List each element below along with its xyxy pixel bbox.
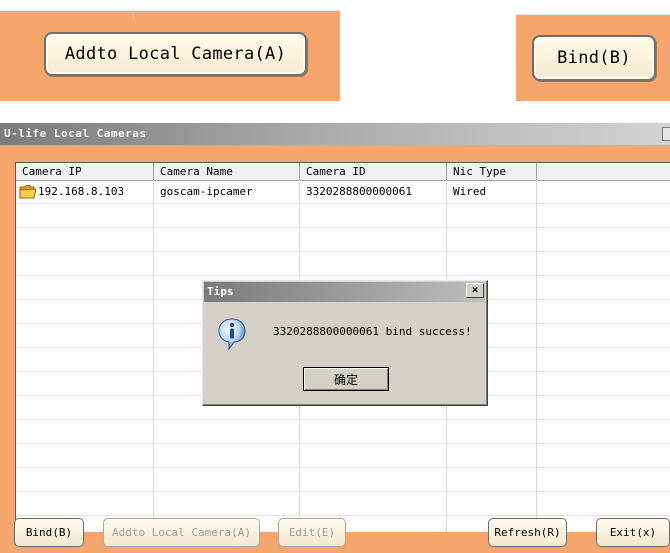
zoomed-crop-bind-button: Bind (B) [516, 14, 670, 101]
grid-line [16, 467, 670, 468]
add-to-local-camera-button-zoomed[interactable]: Addto Local Camera (A) [44, 32, 307, 76]
info-icon [218, 318, 246, 351]
column-header-camera-ip[interactable]: Camera IP [16, 163, 154, 180]
edit-button[interactable]: Edit (E) [278, 518, 346, 547]
grid-line [16, 203, 670, 204]
zoomed-crop-add-button: Addto Local Camera (A) [0, 10, 340, 101]
refresh-button[interactable]: Refresh (R) [488, 518, 567, 547]
column-header-camera-id[interactable]: Camera ID [300, 163, 447, 180]
camera-list-header: Camera IP Camera Name Camera ID Nic Type [16, 163, 670, 181]
column-header-camera-name[interactable]: Camera Name [154, 163, 300, 180]
bind-button-zoomed[interactable]: Bind (B) [532, 35, 656, 81]
grid-line [536, 180, 537, 532]
exit-button[interactable]: Exit (x) [596, 518, 670, 547]
dialog-close-button[interactable]: × [466, 283, 484, 298]
grid-line [16, 251, 670, 252]
grid-line [153, 180, 154, 532]
ok-button[interactable]: 确定 [303, 367, 389, 391]
camera-row[interactable]: 192.168.8.103 goscam-ipcamer 33202888000… [16, 181, 670, 203]
grid-line [16, 515, 670, 516]
dialog-titlebar: Tips [204, 282, 485, 302]
add-to-local-camera-button[interactable]: Addto Local Camera (A) [103, 518, 260, 547]
grid-line [16, 227, 670, 228]
dialog-message: 3320288800000061 bind success! [273, 325, 472, 338]
grid-line [16, 443, 670, 444]
grid-line [16, 491, 670, 492]
cell-camera-id: 3320288800000061 [306, 185, 412, 198]
column-header-nic-type[interactable]: Nic Type [447, 163, 537, 180]
cell-camera-ip: 192.168.8.103 [38, 185, 125, 198]
window-title: U-life Local Cameras [4, 127, 147, 140]
window-close-button[interactable] [662, 127, 670, 141]
window-titlebar: U-life Local Cameras [0, 123, 670, 145]
dialog-title: Tips [207, 285, 234, 298]
tips-dialog: Tips × 3320288800000061 bind success! 确定 [202, 280, 488, 406]
cell-nic-type: Wired [453, 185, 487, 198]
grid-line [16, 275, 670, 276]
bind-button[interactable]: Bind (B) [14, 518, 84, 547]
cell-camera-name: goscam-ipcamer [160, 185, 253, 198]
grid-line [16, 419, 670, 420]
crop-divider [133, 11, 134, 19]
folder-icon [19, 185, 37, 199]
